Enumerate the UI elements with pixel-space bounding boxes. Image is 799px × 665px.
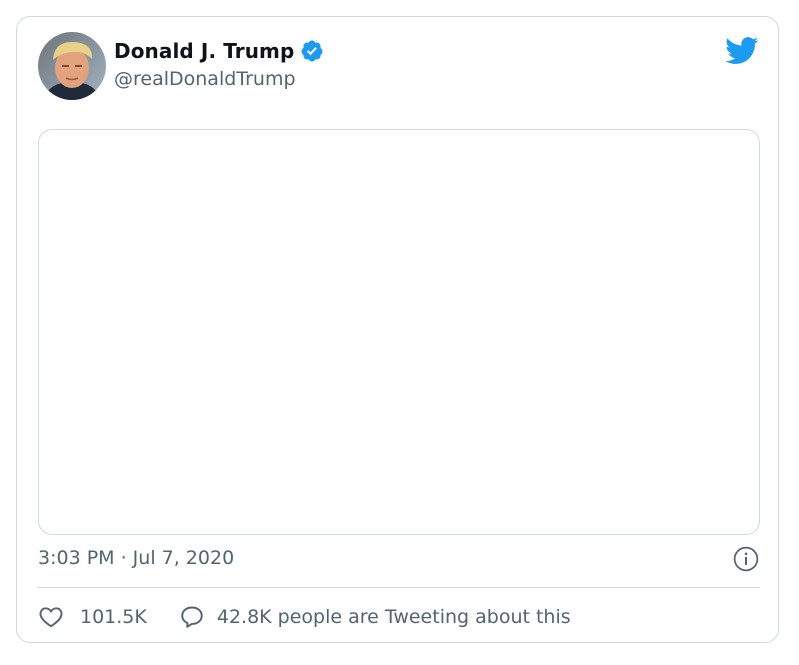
tweet-timestamp[interactable]: 3:03 PM · Jul 7, 2020: [38, 547, 234, 569]
tweet-actions: 101.5K 42.8K people are Tweeting about t…: [38, 602, 571, 632]
heart-icon: [39, 607, 63, 628]
info-icon[interactable]: [733, 546, 759, 572]
conversation-text: 42.8K people are Tweeting about this: [216, 606, 571, 628]
tweet-media-frame[interactable]: [38, 129, 760, 535]
author-display-name[interactable]: Donald J. Trump: [114, 39, 294, 63]
author-handle[interactable]: @realDonaldTrump: [114, 68, 296, 90]
like-button[interactable]: 101.5K: [38, 604, 147, 630]
like-count: 101.5K: [80, 606, 147, 628]
divider: [38, 587, 760, 588]
author-name-row[interactable]: Donald J. Trump: [114, 39, 324, 63]
avatar[interactable]: [38, 32, 106, 100]
verified-badge-icon: [301, 40, 323, 62]
speech-bubble-icon: [181, 606, 203, 628]
tweet-card[interactable]: Donald J. Trump @realDonaldTrump 3:03 PM…: [16, 16, 779, 643]
twitter-bird-icon[interactable]: [725, 37, 759, 65]
conversation-button[interactable]: 42.8K people are Tweeting about this: [179, 604, 571, 630]
avatar-portrait-image: [38, 32, 106, 100]
